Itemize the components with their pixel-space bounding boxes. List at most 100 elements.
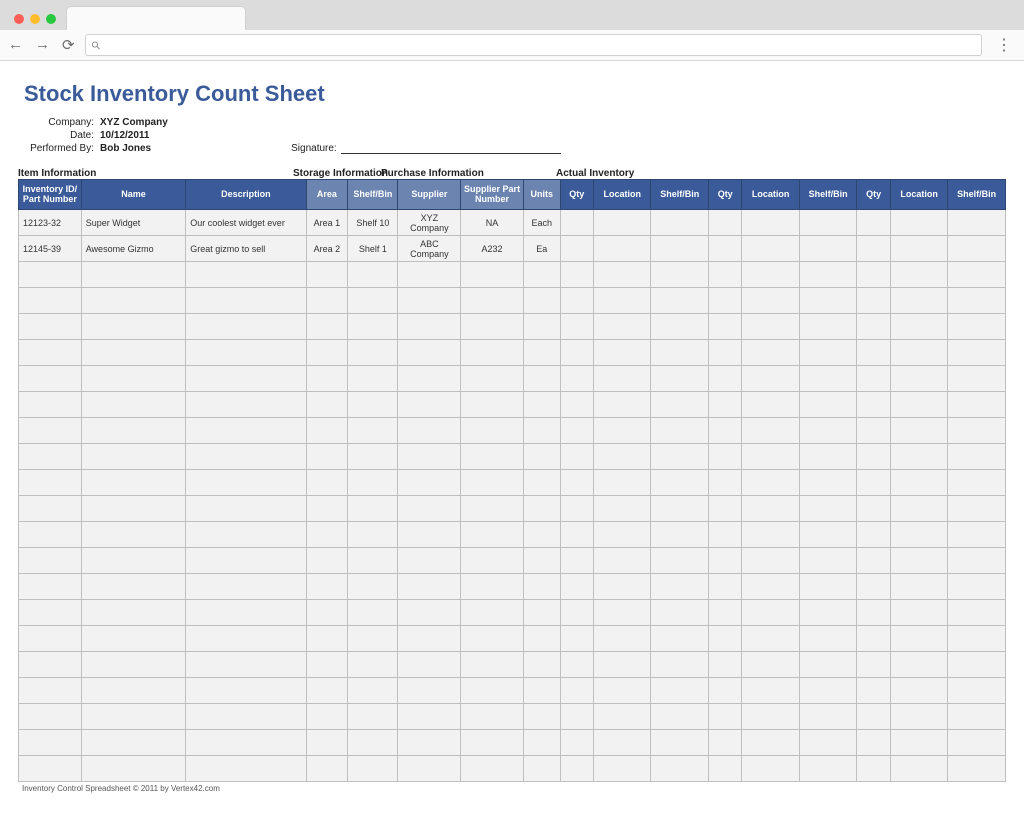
table-row: 12123-32Super WidgetOur coolest widget e… xyxy=(19,210,1006,236)
table-cell xyxy=(948,600,1006,626)
table-cell xyxy=(948,288,1006,314)
table-cell xyxy=(186,340,306,366)
address-bar[interactable]: ⚲ xyxy=(85,34,982,56)
table-row xyxy=(19,444,1006,470)
browser-tab[interactable] xyxy=(66,6,246,30)
table-cell xyxy=(81,366,186,392)
table-cell xyxy=(799,522,857,548)
table-cell xyxy=(19,600,82,626)
table-cell xyxy=(19,392,82,418)
table-cell xyxy=(857,652,890,678)
browser-menu-icon[interactable]: ⋮ xyxy=(992,35,1016,55)
table-cell xyxy=(461,678,524,704)
page-title: Stock Inventory Count Sheet xyxy=(24,81,1006,107)
table-cell xyxy=(799,600,857,626)
th-units: Units xyxy=(523,180,560,210)
table-row xyxy=(19,366,1006,392)
table-cell xyxy=(799,366,857,392)
table-cell xyxy=(560,574,593,600)
table-cell xyxy=(19,340,82,366)
table-row xyxy=(19,340,1006,366)
table-cell xyxy=(461,340,524,366)
table-cell xyxy=(523,756,560,782)
table-cell xyxy=(560,314,593,340)
table-cell xyxy=(857,340,890,366)
table-cell xyxy=(948,262,1006,288)
table-cell xyxy=(890,366,948,392)
table-cell xyxy=(523,366,560,392)
table-cell xyxy=(186,444,306,470)
table-cell xyxy=(799,470,857,496)
table-cell xyxy=(523,288,560,314)
minimize-window-icon[interactable] xyxy=(30,14,40,24)
table-cell xyxy=(890,678,948,704)
table-cell xyxy=(398,704,461,730)
table-cell xyxy=(799,392,857,418)
close-window-icon[interactable] xyxy=(14,14,24,24)
table-cell xyxy=(560,340,593,366)
table-cell xyxy=(398,626,461,652)
table-cell xyxy=(348,574,398,600)
table-cell xyxy=(593,262,651,288)
table-cell xyxy=(81,288,186,314)
table-cell xyxy=(560,210,593,236)
table-cell xyxy=(19,626,82,652)
table-cell xyxy=(593,496,651,522)
table-cell xyxy=(306,730,348,756)
table-cell xyxy=(523,522,560,548)
window-controls xyxy=(8,14,66,30)
table-cell xyxy=(523,340,560,366)
table-cell xyxy=(461,730,524,756)
table-cell xyxy=(948,756,1006,782)
table-cell xyxy=(348,496,398,522)
table-cell xyxy=(461,600,524,626)
table-cell xyxy=(857,236,890,262)
table-cell xyxy=(948,574,1006,600)
table-cell xyxy=(593,522,651,548)
table-cell xyxy=(742,704,800,730)
table-cell xyxy=(593,756,651,782)
table-cell xyxy=(708,600,741,626)
table-cell xyxy=(19,756,82,782)
table-cell xyxy=(348,392,398,418)
table-cell xyxy=(306,626,348,652)
table-cell xyxy=(81,652,186,678)
table-cell xyxy=(186,574,306,600)
table-header: Inventory ID/ Part Number Name Descripti… xyxy=(19,180,1006,210)
table-cell xyxy=(651,366,709,392)
table-cell xyxy=(799,210,857,236)
signature-line xyxy=(341,144,561,154)
table-cell xyxy=(560,730,593,756)
back-icon[interactable]: ← xyxy=(8,36,23,54)
forward-icon[interactable]: → xyxy=(35,36,50,54)
table-cell xyxy=(523,548,560,574)
table-cell xyxy=(81,470,186,496)
table-cell xyxy=(651,548,709,574)
table-cell xyxy=(398,444,461,470)
reload-icon[interactable]: ⟳ xyxy=(62,36,75,54)
table-cell xyxy=(560,704,593,730)
table-cell xyxy=(560,236,593,262)
table-cell xyxy=(186,314,306,340)
table-cell xyxy=(560,522,593,548)
table-cell xyxy=(593,574,651,600)
table-cell xyxy=(186,626,306,652)
table-cell xyxy=(523,652,560,678)
table-cell xyxy=(348,548,398,574)
table-cell xyxy=(348,288,398,314)
table-cell xyxy=(81,678,186,704)
table-cell xyxy=(799,288,857,314)
table-cell xyxy=(348,626,398,652)
section-storage: Storage Information xyxy=(293,168,381,179)
maximize-window-icon[interactable] xyxy=(46,14,56,24)
table-row xyxy=(19,626,1006,652)
table-cell xyxy=(523,678,560,704)
table-cell xyxy=(398,262,461,288)
table-cell xyxy=(857,496,890,522)
table-cell xyxy=(81,574,186,600)
table-cell xyxy=(651,210,709,236)
table-cell xyxy=(890,522,948,548)
table-cell xyxy=(799,340,857,366)
table-cell xyxy=(708,236,741,262)
table-cell xyxy=(560,652,593,678)
